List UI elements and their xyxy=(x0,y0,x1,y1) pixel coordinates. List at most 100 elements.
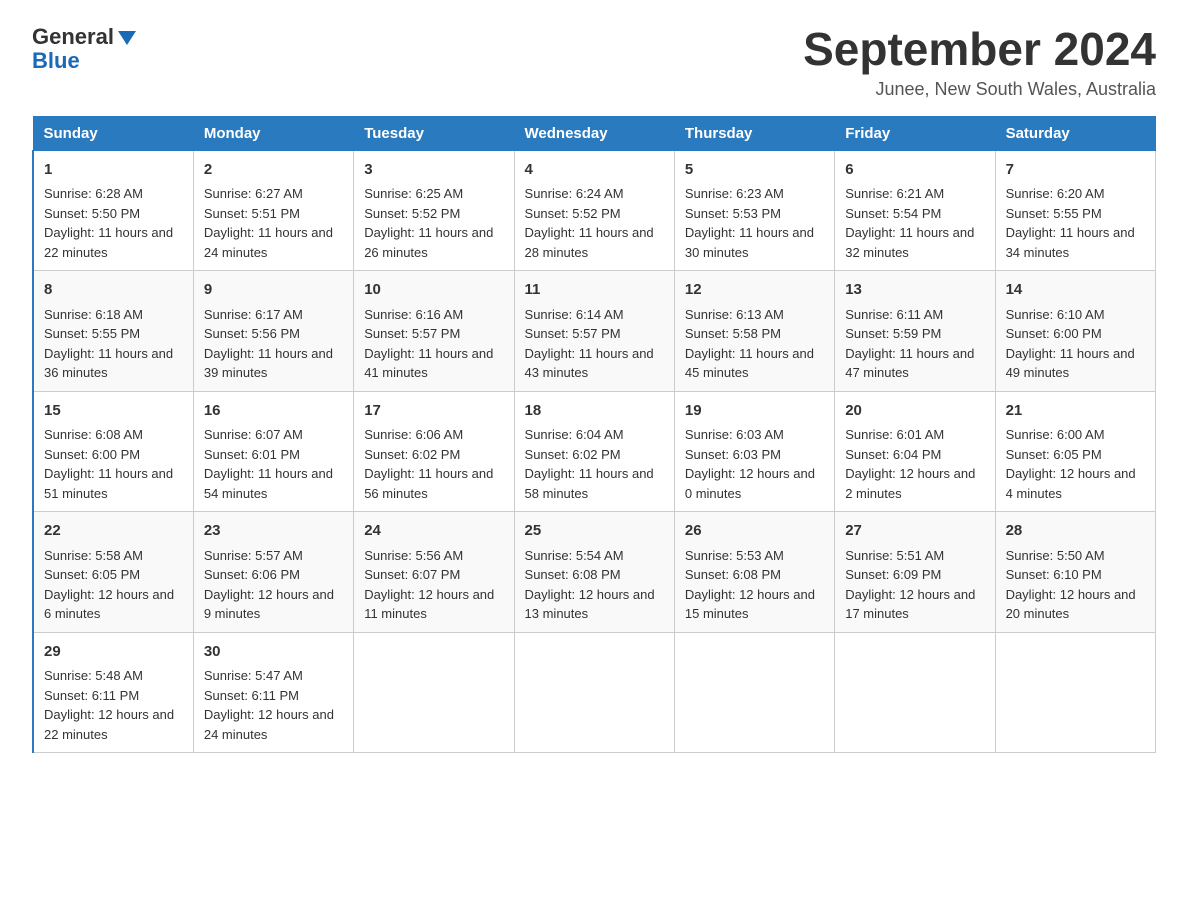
day-number: 27 xyxy=(845,520,984,543)
page-header: General Blue September 2024 Junee, New S… xyxy=(32,24,1156,100)
sunrise-label: Sunrise: 6:21 AM xyxy=(845,186,944,201)
calendar-header-row: Sunday Monday Tuesday Wednesday Thursday… xyxy=(33,116,1156,150)
sunrise-label: Sunrise: 5:53 AM xyxy=(685,548,784,563)
daylight-label: Daylight: 12 hours and 13 minutes xyxy=(525,587,655,622)
sunrise-label: Sunrise: 5:47 AM xyxy=(204,668,303,683)
table-row: 1 Sunrise: 6:28 AM Sunset: 5:50 PM Dayli… xyxy=(33,150,193,271)
sunrise-label: Sunrise: 6:04 AM xyxy=(525,427,624,442)
sunset-label: Sunset: 5:52 PM xyxy=(525,206,621,221)
daylight-label: Daylight: 11 hours and 41 minutes xyxy=(364,346,493,381)
day-number: 8 xyxy=(44,279,183,302)
table-row: 28 Sunrise: 5:50 AM Sunset: 6:10 PM Dayl… xyxy=(995,512,1155,633)
table-row: 3 Sunrise: 6:25 AM Sunset: 5:52 PM Dayli… xyxy=(354,150,514,271)
sunrise-label: Sunrise: 6:10 AM xyxy=(1006,307,1105,322)
daylight-label: Daylight: 11 hours and 43 minutes xyxy=(525,346,654,381)
sunset-label: Sunset: 6:05 PM xyxy=(1006,447,1102,462)
day-number: 25 xyxy=(525,520,664,543)
sunset-label: Sunset: 6:11 PM xyxy=(44,688,139,703)
table-row: 22 Sunrise: 5:58 AM Sunset: 6:05 PM Dayl… xyxy=(33,512,193,633)
daylight-label: Daylight: 12 hours and 24 minutes xyxy=(204,707,334,742)
sunset-label: Sunset: 6:10 PM xyxy=(1006,567,1102,582)
calendar-week-row: 15 Sunrise: 6:08 AM Sunset: 6:00 PM Dayl… xyxy=(33,391,1156,512)
sunset-label: Sunset: 5:55 PM xyxy=(44,326,140,341)
col-wednesday: Wednesday xyxy=(514,116,674,150)
table-row: 26 Sunrise: 5:53 AM Sunset: 6:08 PM Dayl… xyxy=(674,512,834,633)
table-row: 29 Sunrise: 5:48 AM Sunset: 6:11 PM Dayl… xyxy=(33,632,193,753)
sunset-label: Sunset: 6:01 PM xyxy=(204,447,300,462)
sunset-label: Sunset: 6:00 PM xyxy=(44,447,140,462)
sunrise-label: Sunrise: 6:20 AM xyxy=(1006,186,1105,201)
calendar-table: Sunday Monday Tuesday Wednesday Thursday… xyxy=(32,116,1156,754)
daylight-label: Daylight: 11 hours and 22 minutes xyxy=(44,225,173,260)
sunrise-label: Sunrise: 6:07 AM xyxy=(204,427,303,442)
sunset-label: Sunset: 6:09 PM xyxy=(845,567,941,582)
table-row: 23 Sunrise: 5:57 AM Sunset: 6:06 PM Dayl… xyxy=(193,512,353,633)
day-number: 13 xyxy=(845,279,984,302)
table-row xyxy=(514,632,674,753)
calendar-week-row: 22 Sunrise: 5:58 AM Sunset: 6:05 PM Dayl… xyxy=(33,512,1156,633)
col-monday: Monday xyxy=(193,116,353,150)
daylight-label: Daylight: 12 hours and 6 minutes xyxy=(44,587,174,622)
table-row: 2 Sunrise: 6:27 AM Sunset: 5:51 PM Dayli… xyxy=(193,150,353,271)
day-number: 2 xyxy=(204,159,343,182)
table-row xyxy=(674,632,834,753)
sunset-label: Sunset: 5:57 PM xyxy=(364,326,460,341)
table-row xyxy=(835,632,995,753)
daylight-label: Daylight: 11 hours and 30 minutes xyxy=(685,225,814,260)
day-number: 6 xyxy=(845,159,984,182)
daylight-label: Daylight: 11 hours and 34 minutes xyxy=(1006,225,1135,260)
col-saturday: Saturday xyxy=(995,116,1155,150)
sunset-label: Sunset: 6:07 PM xyxy=(364,567,460,582)
daylight-label: Daylight: 12 hours and 2 minutes xyxy=(845,466,975,501)
day-number: 18 xyxy=(525,400,664,423)
day-number: 21 xyxy=(1006,400,1145,423)
daylight-label: Daylight: 11 hours and 39 minutes xyxy=(204,346,333,381)
day-number: 28 xyxy=(1006,520,1145,543)
table-row: 12 Sunrise: 6:13 AM Sunset: 5:58 PM Dayl… xyxy=(674,271,834,392)
sunset-label: Sunset: 5:58 PM xyxy=(685,326,781,341)
sunrise-label: Sunrise: 6:18 AM xyxy=(44,307,143,322)
sunrise-label: Sunrise: 6:14 AM xyxy=(525,307,624,322)
daylight-label: Daylight: 11 hours and 28 minutes xyxy=(525,225,654,260)
table-row: 7 Sunrise: 6:20 AM Sunset: 5:55 PM Dayli… xyxy=(995,150,1155,271)
sunrise-label: Sunrise: 6:01 AM xyxy=(845,427,944,442)
daylight-label: Daylight: 11 hours and 24 minutes xyxy=(204,225,333,260)
sunset-label: Sunset: 5:50 PM xyxy=(44,206,140,221)
daylight-label: Daylight: 11 hours and 32 minutes xyxy=(845,225,974,260)
daylight-label: Daylight: 12 hours and 11 minutes xyxy=(364,587,494,622)
location-text: Junee, New South Wales, Australia xyxy=(803,79,1156,100)
daylight-label: Daylight: 12 hours and 0 minutes xyxy=(685,466,815,501)
sunrise-label: Sunrise: 6:03 AM xyxy=(685,427,784,442)
sunset-label: Sunset: 6:06 PM xyxy=(204,567,300,582)
table-row: 8 Sunrise: 6:18 AM Sunset: 5:55 PM Dayli… xyxy=(33,271,193,392)
sunrise-label: Sunrise: 6:06 AM xyxy=(364,427,463,442)
sunrise-label: Sunrise: 6:27 AM xyxy=(204,186,303,201)
day-number: 9 xyxy=(204,279,343,302)
table-row: 10 Sunrise: 6:16 AM Sunset: 5:57 PM Dayl… xyxy=(354,271,514,392)
logo-arrow-icon xyxy=(118,31,136,45)
day-number: 14 xyxy=(1006,279,1145,302)
day-number: 4 xyxy=(525,159,664,182)
day-number: 29 xyxy=(44,641,183,664)
daylight-label: Daylight: 12 hours and 20 minutes xyxy=(1006,587,1136,622)
sunrise-label: Sunrise: 6:00 AM xyxy=(1006,427,1105,442)
day-number: 5 xyxy=(685,159,824,182)
logo-general-text: General xyxy=(32,24,114,50)
daylight-label: Daylight: 12 hours and 22 minutes xyxy=(44,707,174,742)
table-row: 21 Sunrise: 6:00 AM Sunset: 6:05 PM Dayl… xyxy=(995,391,1155,512)
daylight-label: Daylight: 12 hours and 4 minutes xyxy=(1006,466,1136,501)
sunrise-label: Sunrise: 5:56 AM xyxy=(364,548,463,563)
day-number: 16 xyxy=(204,400,343,423)
day-number: 7 xyxy=(1006,159,1145,182)
sunset-label: Sunset: 5:53 PM xyxy=(685,206,781,221)
sunrise-label: Sunrise: 5:51 AM xyxy=(845,548,944,563)
day-number: 30 xyxy=(204,641,343,664)
day-number: 20 xyxy=(845,400,984,423)
day-number: 10 xyxy=(364,279,503,302)
daylight-label: Daylight: 11 hours and 58 minutes xyxy=(525,466,654,501)
daylight-label: Daylight: 11 hours and 51 minutes xyxy=(44,466,173,501)
table-row: 20 Sunrise: 6:01 AM Sunset: 6:04 PM Dayl… xyxy=(835,391,995,512)
table-row: 9 Sunrise: 6:17 AM Sunset: 5:56 PM Dayli… xyxy=(193,271,353,392)
sunrise-label: Sunrise: 6:08 AM xyxy=(44,427,143,442)
daylight-label: Daylight: 12 hours and 9 minutes xyxy=(204,587,334,622)
